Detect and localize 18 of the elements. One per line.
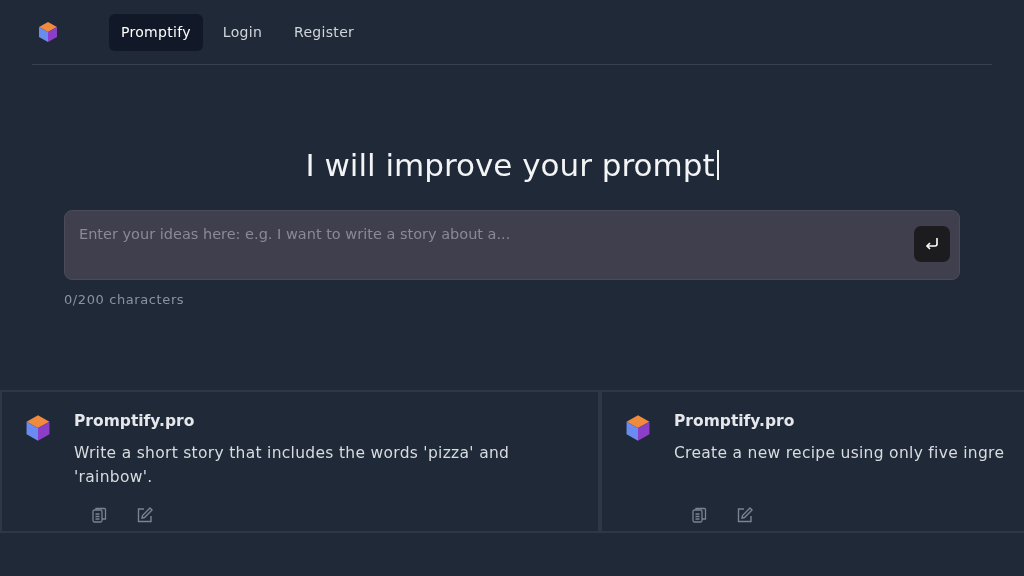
- nav-link[interactable]: Login: [210, 13, 275, 51]
- card-author: Promptify.pro: [674, 410, 796, 432]
- prompt-text: Write a short story that includes the words 'pizza' and 'rainbow'.: [74, 442, 511, 488]
- clipboard-icon: [690, 506, 708, 525]
- enter-icon-button[interactable]: [914, 226, 950, 263]
- cube-logo-icon[interactable]: [37, 21, 59, 43]
- cube-logo-icon: [624, 413, 652, 442]
- character-counter: 0/200 characters: [64, 291, 186, 310]
- card-author: Promptify.pro: [74, 410, 196, 432]
- nav-link[interactable]: Register: [282, 13, 367, 51]
- pencil-square-icon: [136, 506, 154, 525]
- pencil-square-icon: [736, 506, 754, 525]
- prompt-input-field[interactable]: Enter your ideas here: e.g. I want to write a story about a...: [64, 210, 960, 281]
- prompt-text: Create a new recipe using only five ingre: [674, 442, 1006, 464]
- clipboard-icon: [90, 506, 108, 525]
- cube-logo-icon: [24, 413, 52, 442]
- hero-heading: I will improve your prompt: [0, 147, 1024, 185]
- nav-link[interactable]: Promptify: [109, 13, 203, 51]
